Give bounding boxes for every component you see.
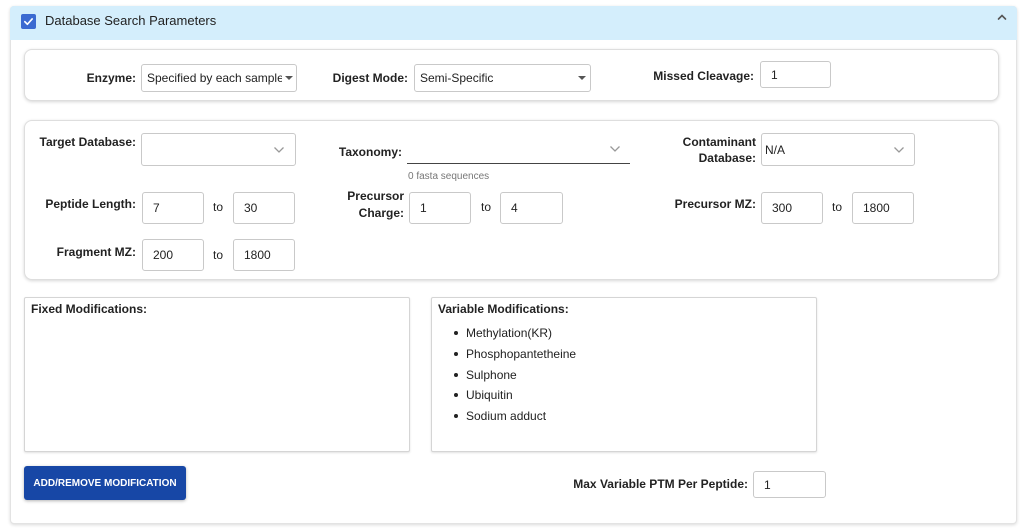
- precursor-charge-max-input[interactable]: 4: [500, 192, 563, 224]
- check-icon: [24, 18, 33, 26]
- target-database-label: Target Database:: [39, 135, 136, 149]
- variable-modifications-title: Variable Modifications:: [438, 302, 569, 316]
- digest-mode-select-value: Semi-Specific: [420, 71, 494, 85]
- max-variable-ptm-label: Max Variable PTM Per Peptide:: [573, 477, 748, 491]
- chevron-down-icon: [274, 147, 284, 153]
- fixed-modifications-title: Fixed Modifications:: [31, 302, 148, 316]
- list-item: Ubiquitin: [454, 388, 576, 409]
- list-item: Sodium adduct: [454, 409, 576, 430]
- list-item: Methylation(KR): [454, 326, 576, 347]
- enzyme-label: Enzyme:: [86, 71, 136, 85]
- caret-down-icon: [578, 76, 586, 80]
- contaminant-database-label-line1: Contaminant: [682, 135, 756, 149]
- to-label: to: [213, 248, 224, 262]
- precursor-charge-label-line1: Precursor: [347, 189, 404, 203]
- caret-down-icon: [285, 76, 293, 80]
- fragment-mz-min-input[interactable]: 200: [142, 239, 204, 271]
- peptide-length-label: Peptide Length:: [45, 197, 136, 211]
- enzyme-select-value: Specified by each sample: [147, 71, 282, 85]
- peptide-length-min-input[interactable]: 7: [142, 192, 204, 224]
- precursor-mz-max-input[interactable]: 1800: [852, 192, 914, 224]
- list-item: Phosphopantetheine: [454, 347, 576, 368]
- fragment-mz-max-input[interactable]: 1800: [233, 239, 295, 271]
- max-variable-ptm-input[interactable]: 1: [753, 471, 826, 498]
- chevron-down-icon: [894, 147, 904, 153]
- to-label: to: [481, 200, 492, 214]
- digest-mode-select[interactable]: Semi-Specific: [414, 64, 591, 92]
- list-item: Sulphone: [454, 368, 576, 389]
- enzyme-select[interactable]: Specified by each sample: [141, 64, 297, 92]
- peptide-length-max-input[interactable]: 30: [233, 192, 295, 224]
- missed-cleavage-input[interactable]: 1: [760, 61, 831, 88]
- contaminant-database-label-line2: Database:: [698, 151, 756, 165]
- precursor-mz-min-input[interactable]: 300: [761, 192, 823, 224]
- add-remove-modification-button[interactable]: ADD/REMOVE MODIFICATION: [24, 466, 186, 500]
- to-label: to: [832, 200, 843, 214]
- taxonomy-label: Taxonomy:: [338, 145, 402, 159]
- missed-cleavage-label: Missed Cleavage:: [653, 69, 754, 83]
- taxonomy-hint: 0 fasta sequences: [408, 171, 490, 182]
- fragment-mz-label: Fragment MZ:: [56, 245, 136, 259]
- to-label: to: [213, 200, 224, 214]
- digest-mode-label: Digest Mode:: [332, 71, 408, 85]
- contaminant-database-select[interactable]: N/A: [761, 133, 915, 166]
- chevron-up-icon[interactable]: [996, 11, 1008, 23]
- panel-title: Database Search Parameters: [45, 13, 217, 28]
- variable-modifications-list: Methylation(KR) Phosphopantetheine Sulph…: [454, 326, 576, 430]
- section-enabled-checkbox[interactable]: [21, 14, 36, 29]
- taxonomy-input[interactable]: [407, 133, 630, 164]
- chevron-down-icon[interactable]: [609, 145, 621, 153]
- precursor-charge-label-line2: Charge:: [358, 206, 404, 220]
- precursor-mz-label: Precursor MZ:: [674, 197, 756, 211]
- fixed-modifications-box[interactable]: [24, 297, 410, 452]
- precursor-charge-min-input[interactable]: 1: [409, 192, 471, 224]
